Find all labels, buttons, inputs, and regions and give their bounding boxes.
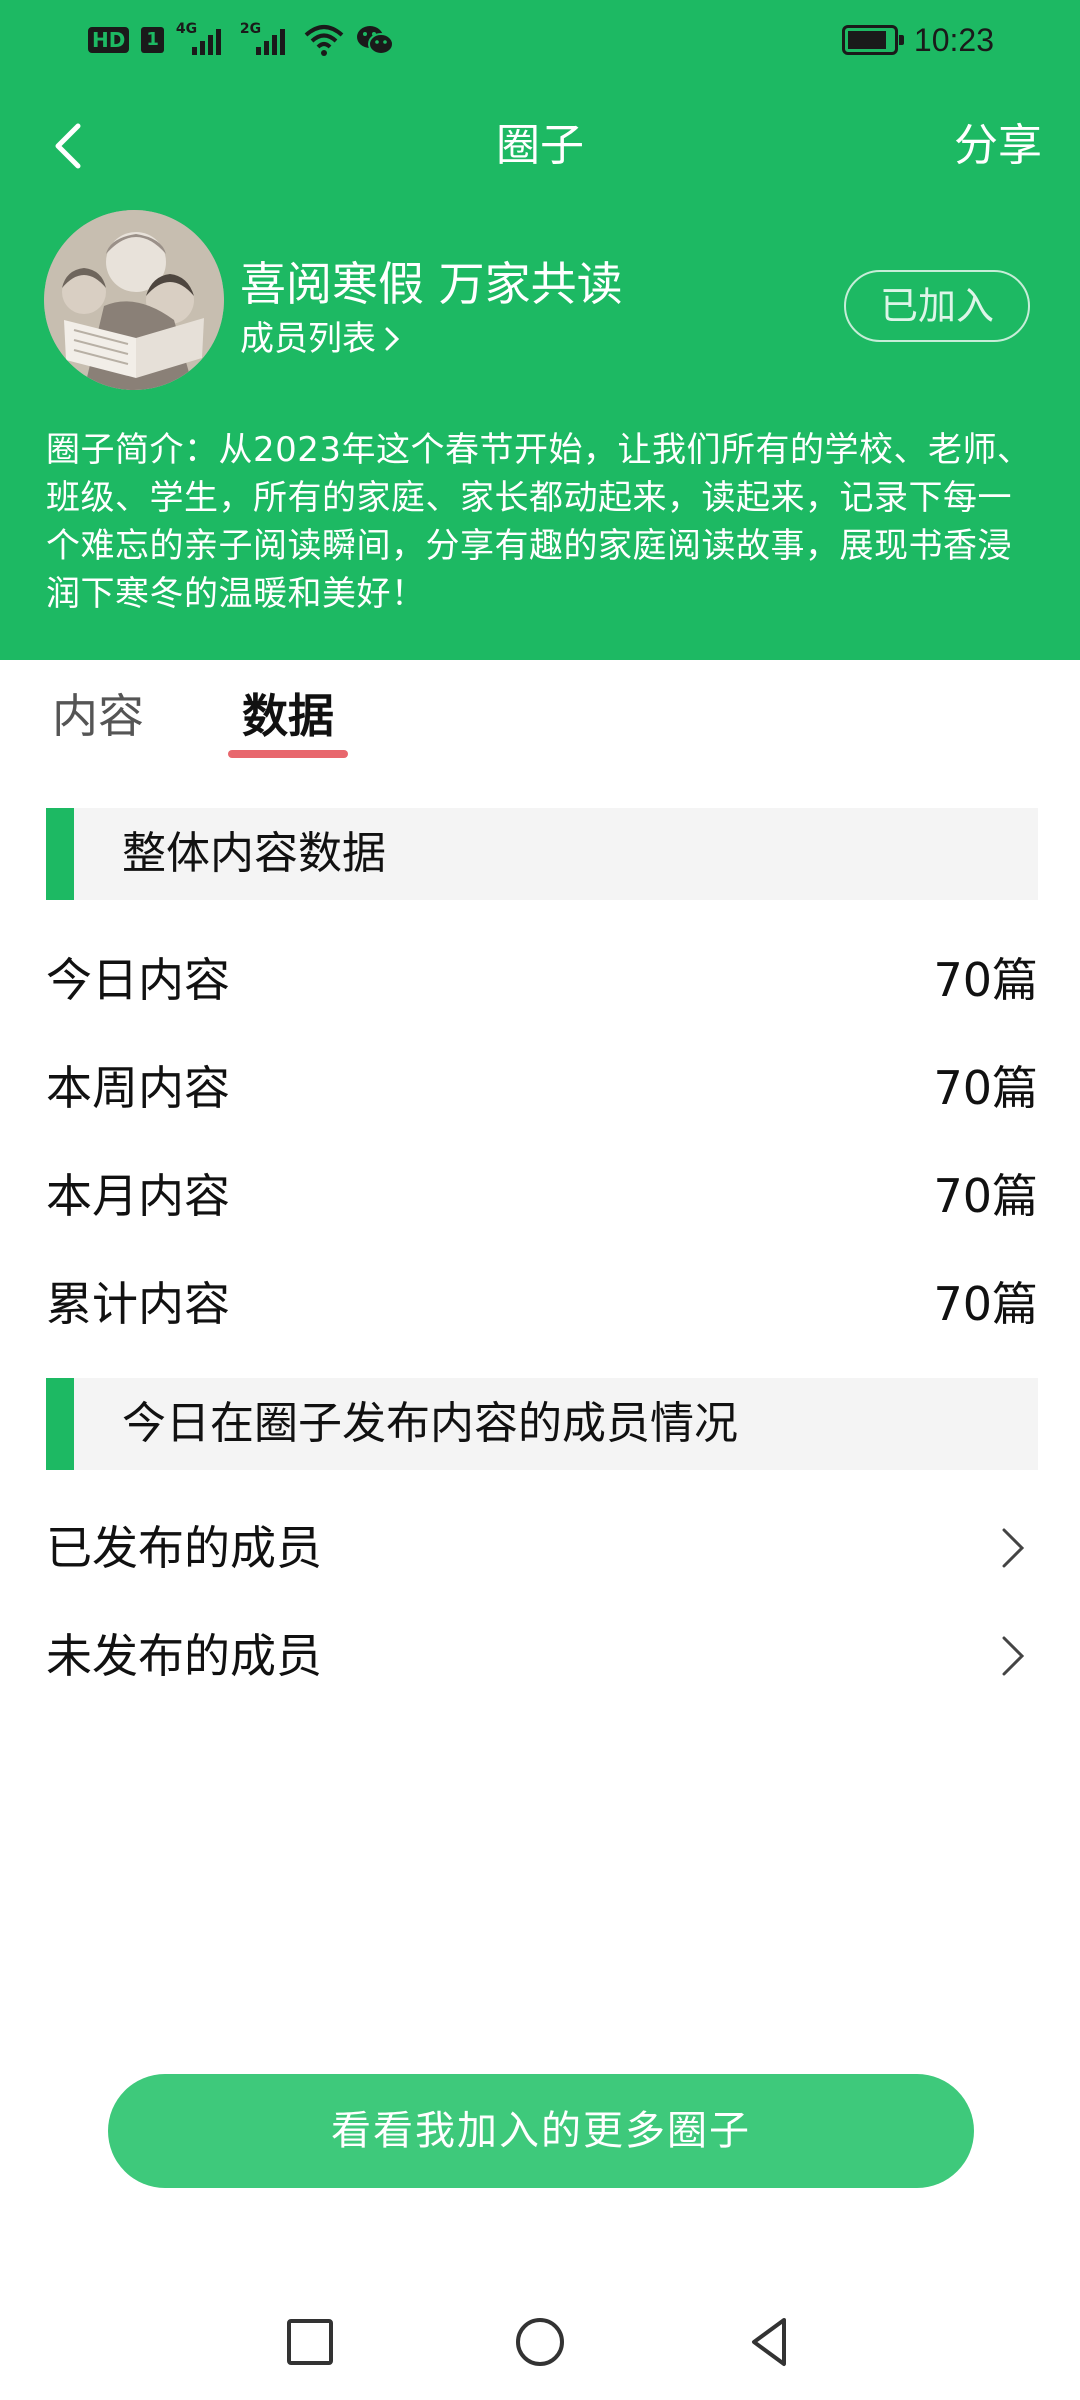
section-members-today: 今日在圈子发布内容的成员情况 xyxy=(46,1378,1038,1470)
section-title: 整体内容数据 xyxy=(122,828,386,879)
sim-badge: 1 xyxy=(141,27,164,53)
wechat-icon xyxy=(356,26,394,55)
list-item-label: 已发布的成员 xyxy=(46,1521,322,1575)
system-nav-bar xyxy=(0,2300,1080,2400)
stat-label: 本月内容 xyxy=(46,1169,230,1223)
tab-data[interactable]: 数据 xyxy=(242,686,334,746)
navbar: 圈子 分享 xyxy=(0,100,1080,190)
stat-label: 今日内容 xyxy=(46,953,230,1007)
status-time: 10:23 xyxy=(913,21,994,58)
group-intro: 圈子简介：从2023年这个春节开始，让我们所有的学校、老师、班级、学生，所有的家… xyxy=(46,430,1032,614)
share-button[interactable]: 分享 xyxy=(954,118,1042,174)
stat-row-today: 今日内容 70篇 xyxy=(46,940,1038,1020)
chevron-right-icon xyxy=(385,327,400,351)
tab-bar: 内容 数据 xyxy=(0,660,1080,770)
section-accent-bar xyxy=(46,1378,74,1470)
more-groups-button[interactable]: 看看我加入的更多圈子 xyxy=(108,2074,974,2188)
wifi-icon xyxy=(304,25,344,56)
stat-label: 本周内容 xyxy=(46,1061,230,1115)
hd-badge: HD xyxy=(88,27,130,53)
list-item-published-members[interactable]: 已发布的成员 xyxy=(46,1508,1038,1588)
section-title: 今日在圈子发布内容的成员情况 xyxy=(122,1398,738,1449)
section-overall-content: 整体内容数据 xyxy=(46,808,1038,900)
stat-row-month: 本月内容 70篇 xyxy=(46,1156,1038,1236)
group-name: 喜阅寒假 万家共读 xyxy=(240,257,623,311)
signal-4g-icon: 4G xyxy=(176,21,228,57)
chevron-right-icon xyxy=(1002,1636,1025,1676)
tab-content[interactable]: 内容 xyxy=(52,686,144,746)
page-title: 圈子 xyxy=(496,120,584,171)
signal-2g-icon: 2G xyxy=(240,21,292,57)
joined-button[interactable]: 已加入 xyxy=(844,270,1030,342)
home-icon[interactable] xyxy=(510,2312,570,2372)
stat-value: 70篇 xyxy=(933,1277,1038,1331)
stat-value: 70篇 xyxy=(933,1169,1038,1223)
group-header: HD 1 4G 2G 10:23 圈子 分享 喜阅寒假 万家共读 成员列表 已加… xyxy=(0,0,1080,660)
stat-value: 70篇 xyxy=(933,1061,1038,1115)
tab-active-indicator xyxy=(228,750,348,758)
back-nav-icon[interactable] xyxy=(740,2312,800,2372)
list-item-unpublished-members[interactable]: 未发布的成员 xyxy=(46,1616,1038,1696)
list-item-label: 未发布的成员 xyxy=(46,1629,322,1683)
stat-row-total: 累计内容 70篇 xyxy=(46,1264,1038,1344)
group-avatar xyxy=(44,210,224,390)
chevron-right-icon xyxy=(1002,1528,1025,1568)
section-accent-bar xyxy=(46,808,74,900)
member-list-label: 成员列表 xyxy=(240,319,376,359)
stat-value: 70篇 xyxy=(933,953,1038,1007)
status-bar: HD 1 4G 2G 10:23 xyxy=(0,0,1080,80)
battery-icon xyxy=(841,25,904,55)
status-right: 10:23 xyxy=(841,18,994,62)
stat-row-week: 本周内容 70篇 xyxy=(46,1048,1038,1128)
recent-apps-icon[interactable] xyxy=(280,2312,340,2372)
stat-label: 累计内容 xyxy=(46,1277,230,1331)
status-left: HD 1 4G 2G xyxy=(88,18,394,62)
member-list-link[interactable]: 成员列表 xyxy=(240,318,402,360)
